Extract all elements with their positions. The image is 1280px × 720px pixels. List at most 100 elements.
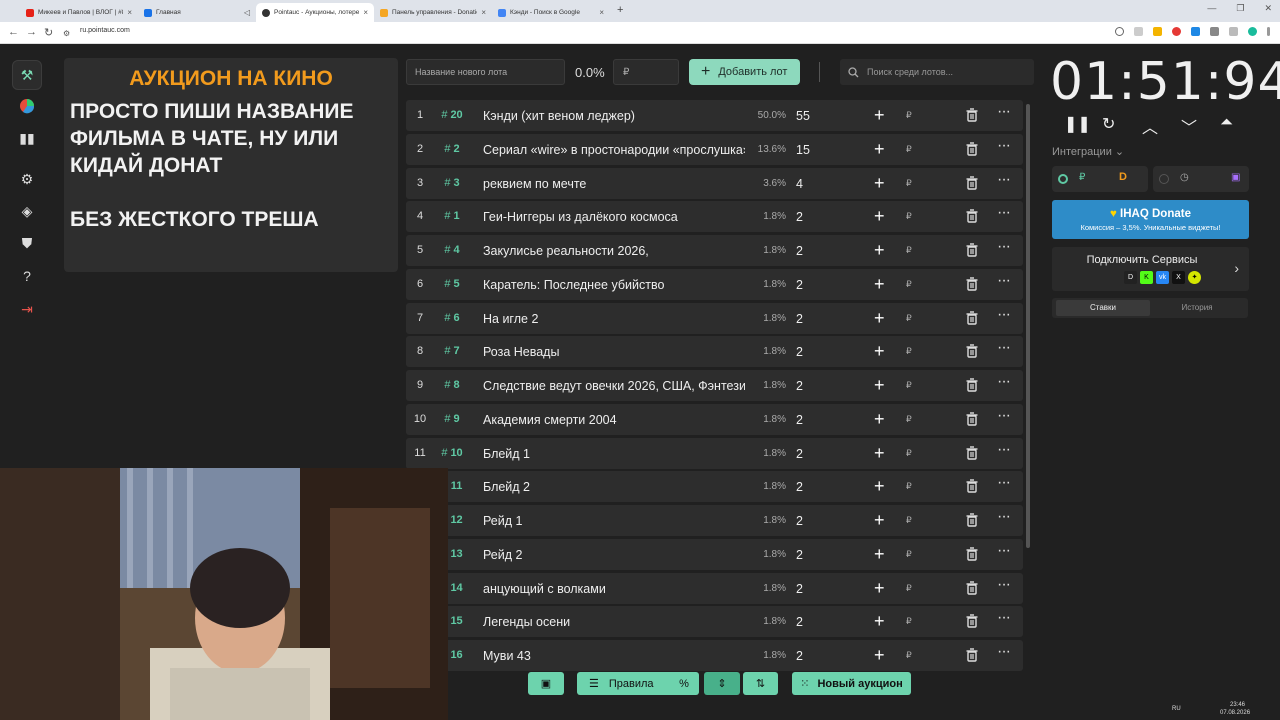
lot-name[interactable]: Рейд 2 xyxy=(483,548,745,562)
add-amount-icon[interactable]: + xyxy=(874,308,885,329)
add-amount-icon[interactable]: + xyxy=(874,240,885,261)
minimize-icon[interactable]: — xyxy=(1207,3,1216,14)
add-amount-icon[interactable]: + xyxy=(874,375,885,396)
trash-icon[interactable] xyxy=(964,276,980,292)
trash-icon[interactable] xyxy=(964,377,980,393)
help-icon[interactable]: ? xyxy=(12,261,42,291)
lot-row[interactable]: #13 Рейд 21.8%2+₽··· xyxy=(406,538,1023,570)
lot-name[interactable]: Муви 43 xyxy=(483,649,745,663)
tab-history[interactable]: История xyxy=(1150,300,1244,316)
ruble-icon[interactable]: ₽ xyxy=(906,380,912,391)
lot-amount[interactable]: 2 xyxy=(796,345,803,359)
compact-toggle-button[interactable]: ⇕ xyxy=(704,672,740,695)
lot-amount[interactable]: 2 xyxy=(796,480,803,494)
shield-icon[interactable]: ⛊ xyxy=(12,228,42,258)
lot-name[interactable]: Кэнди (хит веном леджер) xyxy=(483,109,745,123)
lot-name[interactable]: Закулисье реальности 2026, xyxy=(483,244,745,258)
lot-amount[interactable]: 2 xyxy=(796,278,803,292)
lot-amount[interactable]: 2 xyxy=(796,447,803,461)
ruble-icon[interactable]: ₽ xyxy=(906,650,912,661)
lot-amount[interactable]: 2 xyxy=(796,582,803,596)
more-options-icon[interactable]: ··· xyxy=(997,643,1011,661)
trash-icon[interactable] xyxy=(964,141,980,157)
lot-row[interactable]: 7 #6 На игле 2 1.8% 2 + ₽ ··· xyxy=(406,302,1023,334)
lot-row[interactable]: 3 #3 реквием по мечте 3.6% 4 + ₽ ··· xyxy=(406,167,1023,199)
ruble-icon[interactable]: ₽ xyxy=(906,549,912,560)
lot-row[interactable]: 9 #8 Следствие ведут овечки 2026, США, Фэн… xyxy=(406,370,1023,401)
more-options-icon[interactable]: ··· xyxy=(997,576,1011,594)
ruble-icon[interactable]: ₽ xyxy=(906,211,912,222)
save-button[interactable]: ▣ xyxy=(528,672,564,695)
logout-icon[interactable]: ⇥ xyxy=(12,294,42,324)
lot-amount[interactable]: 2 xyxy=(796,312,803,326)
bookmark-icon[interactable] xyxy=(1134,27,1143,36)
lot-amount[interactable]: 55 xyxy=(796,109,810,123)
connect-services-button[interactable]: Подключить Сервисы › D K vk X ✦ xyxy=(1052,247,1249,291)
rules-button[interactable]: ☰ Правила xyxy=(577,672,675,695)
twitch-integration[interactable]: ◷ ▣ xyxy=(1153,166,1249,192)
lot-amount[interactable]: 4 xyxy=(796,177,803,191)
auction-icon[interactable]: ⚒ xyxy=(12,60,42,90)
menu-icon[interactable] xyxy=(1267,27,1270,36)
extension-icon[interactable] xyxy=(1172,27,1181,36)
close-window-icon[interactable]: ✕ xyxy=(1264,3,1272,14)
pause-icon[interactable]: ❚❚ xyxy=(1064,114,1091,134)
add-amount-icon[interactable]: + xyxy=(874,611,885,632)
lot-name[interactable]: Сериал «wire» в простонародии «прослушка… xyxy=(483,143,745,157)
lot-row[interactable]: 6 #5 Каратель: Последнее убийство 1.8% 2 + ₽ ··… xyxy=(406,268,1023,300)
increase-icon[interactable]: ︿ xyxy=(1142,114,1158,138)
more-options-icon[interactable]: ··· xyxy=(997,339,1011,357)
more-options-icon[interactable]: ··· xyxy=(997,171,1011,189)
more-options-icon[interactable]: ··· xyxy=(997,373,1011,391)
lot-name[interactable]: На игле 2 xyxy=(483,312,745,326)
trash-icon[interactable] xyxy=(964,512,980,528)
lot-name[interactable]: анцующий с волками xyxy=(483,582,745,596)
lot-row[interactable]: 1 #20 Кэнди (хит веном леджер) 50.0% 55 + ₽ ··· xyxy=(406,100,1023,131)
ruble-icon[interactable]: ₽ xyxy=(906,346,912,357)
reload-icon[interactable]: ↻ xyxy=(44,26,53,39)
lot-name[interactable]: Следствие ведут овечки 2026, США, Фэнтез… xyxy=(483,379,745,393)
lot-row[interactable]: #15 Легенды осени1.8%2+₽··· xyxy=(406,606,1023,638)
add-amount-icon[interactable]: + xyxy=(874,443,885,464)
lot-row[interactable]: 11 #10 Блейд 1 1.8% 2 + ₽ ··· xyxy=(406,437,1023,469)
ruble-icon[interactable]: ₽ xyxy=(906,313,912,324)
trash-icon[interactable] xyxy=(964,242,980,258)
ruble-icon[interactable]: ₽ xyxy=(906,110,912,121)
ruble-icon[interactable]: ₽ xyxy=(906,616,912,627)
trash-icon[interactable] xyxy=(964,107,980,123)
lot-amount[interactable]: 2 xyxy=(796,514,803,528)
ruble-icon[interactable]: ₽ xyxy=(906,245,912,256)
more-options-icon[interactable]: ··· xyxy=(997,272,1011,290)
add-amount-icon[interactable]: + xyxy=(874,578,885,599)
lot-name[interactable]: Блейд 2 xyxy=(483,480,745,494)
new-tab-icon[interactable]: + xyxy=(617,4,623,16)
restart-icon[interactable]: ↻ xyxy=(1102,114,1115,134)
more-options-icon[interactable]: ··· xyxy=(997,508,1011,526)
more-options-icon[interactable]: ··· xyxy=(997,238,1011,256)
lot-row[interactable]: #16Муви 431.8%2+₽··· xyxy=(406,640,1023,671)
lot-row[interactable]: 8 #7 Роза Невады 1.8% 2 + ₽ ··· xyxy=(406,336,1023,368)
mute-icon[interactable]: ◁ xyxy=(244,8,250,17)
add-amount-icon[interactable]: + xyxy=(874,173,885,194)
trash-icon[interactable] xyxy=(964,343,980,359)
lot-search-input[interactable]: Поиск среди лотов... xyxy=(840,59,1034,85)
lot-name[interactable]: Геи-Ниггеры из далёкого космоса xyxy=(483,210,745,224)
add-amount-icon[interactable]: + xyxy=(874,544,885,565)
extension-icon[interactable] xyxy=(1210,27,1219,36)
double-up-icon[interactable]: ⏶ xyxy=(1220,114,1233,132)
close-tab-icon[interactable]: × xyxy=(127,8,132,17)
lot-row[interactable]: 10 #9 Академия смерти 2004 1.8% 2 + ₽ ··· xyxy=(406,403,1023,435)
sidepanel-icon[interactable] xyxy=(1229,27,1238,36)
add-amount-icon[interactable]: + xyxy=(874,510,885,531)
new-auction-button[interactable]: ⁙ Новый аукцион xyxy=(792,672,911,695)
lot-amount[interactable]: 2 xyxy=(796,548,803,562)
extension-icon[interactable] xyxy=(1191,27,1200,36)
trash-icon[interactable] xyxy=(964,613,980,629)
more-options-icon[interactable]: ··· xyxy=(997,103,1011,121)
donate-banner[interactable]: ♥ IHAQ Donate Комиссия – 3,5%. Уникальны… xyxy=(1052,200,1249,239)
close-tab-icon[interactable]: × xyxy=(599,8,604,17)
percent-toggle-button[interactable]: % xyxy=(669,672,699,695)
url-field[interactable]: ru.pointauc.com xyxy=(80,27,130,34)
decrease-icon[interactable]: ﹀ xyxy=(1181,114,1197,138)
layers-icon[interactable]: ◈ xyxy=(12,196,42,226)
